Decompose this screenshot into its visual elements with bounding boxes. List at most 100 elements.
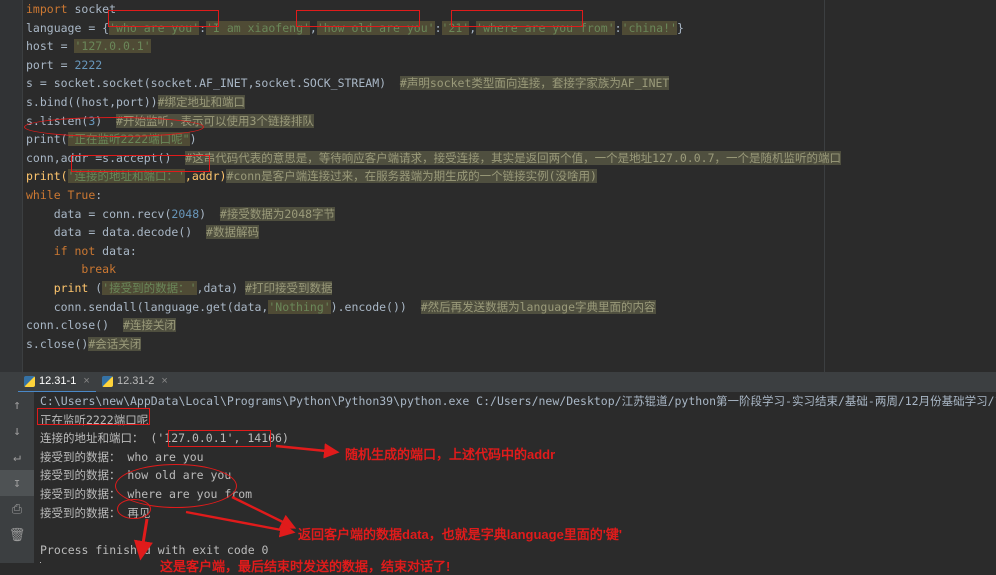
code-token: print — [53, 280, 96, 295]
code-line[interactable]: conn.close() #连接关闭 — [26, 316, 996, 335]
code-token: port — [26, 57, 61, 72]
code-token: print( — [26, 169, 68, 184]
code-content[interactable]: import socket language = {'who are you':'… — [26, 0, 996, 353]
code-token: '连接的地址和端口：' — [67, 169, 185, 184]
code-token: "正在监听2222端口呢" — [67, 132, 190, 147]
code-token: conn.close() — [26, 318, 110, 333]
code-line[interactable]: print('连接的地址和端口：',addr)#conn是客户端连接过来，在服务… — [26, 167, 996, 186]
code-token: , — [309, 20, 317, 35]
code-token: language — [26, 20, 89, 35]
code-token: ,addr) — [184, 169, 227, 184]
code-token: if not — [53, 243, 103, 258]
code-line[interactable]: conn,addr =s.accept() #这串代码代表的意思是，等待响应客户… — [26, 149, 996, 168]
code-token: 'china!' — [621, 20, 677, 35]
code-editor[interactable]: import socket language = {'who are you':'… — [0, 0, 996, 372]
code-token: host — [26, 39, 61, 54]
code-token: s.close() — [26, 336, 89, 351]
code-token: #会话关闭 — [88, 336, 142, 351]
code-line[interactable]: port = 2222 — [26, 56, 996, 75]
code-token: #接受数据为2048字节 — [219, 206, 336, 221]
code-token: 'where are you from' — [476, 20, 615, 35]
code-token: '21' — [441, 20, 470, 35]
console-line: 连接的地址和端口： ('127.0.0.1', 14106) — [40, 431, 289, 446]
code-line[interactable]: conn.sendall(language.get(data,'Nothing'… — [26, 298, 996, 317]
code-token: 'Nothing' — [268, 299, 331, 314]
code-line[interactable]: print ('接受到的数据：',data) #打印接受到数据 — [26, 279, 996, 298]
soft-wrap-icon: ↵ — [13, 449, 21, 465]
code-token: data — [26, 225, 89, 240]
scroll-up-button[interactable]: ↑ — [0, 392, 34, 418]
code-token: '接受到的数据：' — [102, 280, 197, 295]
console-line: 正在监听2222端口呢 — [40, 412, 149, 427]
run-tab-12.31-1[interactable]: 12.31-1 × — [18, 372, 96, 393]
code-token: ,data) — [196, 280, 239, 295]
code-line[interactable]: s = socket.socket(socket.AF_INET,socket.… — [26, 74, 996, 93]
python-file-icon — [102, 376, 113, 387]
code-line[interactable]: break — [26, 260, 996, 279]
code-line[interactable]: import socket — [26, 0, 996, 19]
code-token: s.listen( — [26, 113, 89, 128]
code-token: : — [95, 187, 103, 202]
console-line: Process finished with exit code 0 — [40, 542, 269, 557]
code-token: 'how old are you' — [316, 20, 435, 35]
code-token: #绑定地址和端口 — [157, 94, 245, 109]
code-token: s — [26, 76, 40, 91]
code-token: = — [88, 20, 103, 35]
python-file-icon — [24, 376, 35, 387]
code-line[interactable]: s.close()#会话关闭 — [26, 335, 996, 354]
code-token: 2222 — [74, 57, 103, 72]
console-caret — [34, 559, 996, 563]
code-token: #然后再发送数据为language字典里面的内容 — [420, 299, 656, 314]
code-token: data: — [102, 243, 137, 258]
soft-wrap-button[interactable]: ↵ — [0, 444, 34, 470]
run-tab-bar[interactable]: 12.31-1 × 12.31-2 × — [0, 372, 996, 393]
print-icon: ⎙ — [11, 501, 23, 517]
run-tab-12.31-2[interactable]: 12.31-2 × — [96, 372, 174, 391]
editor-gutter — [0, 0, 23, 372]
code-line[interactable]: host = '127.0.0.1' — [26, 37, 996, 56]
print-button[interactable]: ⎙ — [0, 496, 34, 522]
scroll-to-end-icon: ↧ — [13, 475, 21, 491]
code-line[interactable]: data = data.decode() #数据解码 — [26, 223, 996, 242]
code-line[interactable]: if not data: — [26, 242, 996, 261]
code-token: socket.socket(socket.AF_INET,socket.SOCK… — [53, 76, 387, 91]
code-line[interactable]: s.listen(3) #开始监听，表示可以使用3个链接排队 — [26, 112, 996, 131]
code-line[interactable]: language = {'who are you':'I am xiaofeng… — [26, 19, 996, 38]
code-token: #conn是客户端连接过来，在服务器端为期生成的一个链接实例(没啥用) — [226, 169, 597, 184]
clear-all-button[interactable]: 🗑 — [0, 522, 34, 548]
code-token: socket — [74, 2, 117, 16]
code-token: #开始监听，表示可以使用3个链接排队 — [116, 113, 314, 128]
code-line[interactable]: print("正在监听2222端口呢") — [26, 130, 996, 149]
code-token: = — [39, 76, 54, 91]
close-icon[interactable]: × — [161, 372, 167, 391]
code-line[interactable]: while True: — [26, 186, 996, 205]
code-token: '127.0.0.1' — [74, 39, 151, 54]
code-token: True — [67, 187, 96, 202]
code-token: s.bind((host,port) — [26, 94, 151, 109]
scroll-down-button[interactable]: ↓ — [0, 418, 34, 444]
code-line[interactable]: data = conn.recv(2048) #接受数据为2048字节 — [26, 205, 996, 224]
code-token: ) — [189, 132, 197, 147]
code-line[interactable]: s.bind((host,port))#绑定地址和端口 — [26, 93, 996, 112]
code-token: 2048 — [171, 206, 200, 221]
scroll-to-end-button[interactable]: ↧ — [0, 470, 34, 496]
run-tab-label: 12.31-2 — [117, 375, 155, 387]
code-token: = — [60, 39, 75, 54]
code-token: break — [81, 262, 117, 277]
run-side-toolbar[interactable]: ↑ ↓ ↵ ↧ ⎙ 🗑 — [0, 392, 34, 563]
close-icon[interactable]: × — [83, 372, 89, 391]
run-tool-window[interactable]: 12.31-1 × 12.31-2 × ↑ ↓ ↵ ↧ ⎙ 🗑 C:\Users\new\App… — [0, 372, 996, 563]
console-line: 接受到的数据： 再见 — [40, 505, 151, 520]
code-token: data.decode() — [102, 225, 193, 240]
run-console-output[interactable]: C:\Users\new\AppData\Local\Programs\Pyth… — [34, 392, 996, 563]
code-token: #打印接受到数据 — [245, 280, 333, 295]
code-token: 'I am xiaofeng' — [206, 20, 310, 35]
